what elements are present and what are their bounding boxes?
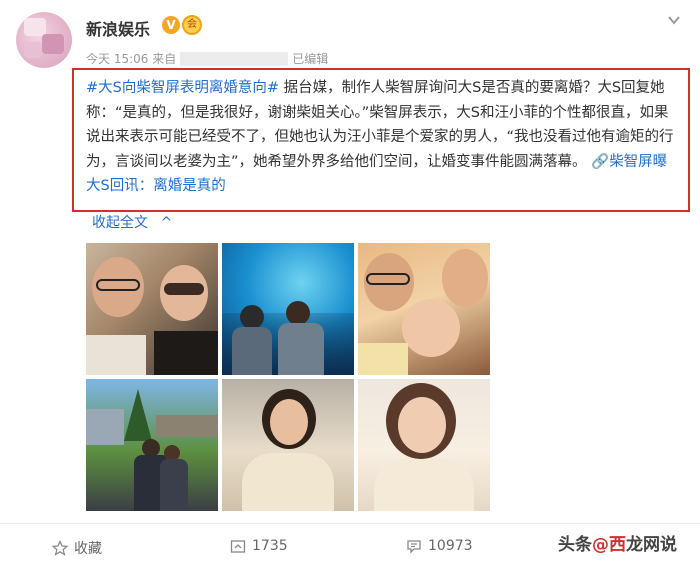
photo-clothing <box>242 453 334 511</box>
member-badge-icon: 会 <box>182 15 202 35</box>
post-meta: 今天 15:06 来自 已编辑 <box>86 50 328 67</box>
baby-face <box>402 299 460 357</box>
repost-button[interactable]: 1735 <box>230 538 288 554</box>
post-time: 今天 15:06 来自 <box>86 52 177 66</box>
chevron-up-icon: ^ <box>160 215 173 231</box>
edited-label: 已编辑 <box>292 52 329 66</box>
favorite-button[interactable]: 收藏 <box>52 538 102 558</box>
post-text: #大S向柴智屏表明离婚意向# 据台媒，制作人柴智屏询问大S是否真的要离婚？大S回… <box>72 68 690 212</box>
watermark-text: @西 <box>592 535 626 555</box>
photo-portrait-smile[interactable] <box>358 379 490 511</box>
star-icon <box>52 540 68 556</box>
photo-clothing <box>374 459 474 511</box>
photo-clothing <box>154 331 218 375</box>
photo-face <box>442 249 488 307</box>
action-divider <box>0 523 700 524</box>
verified-badge-icon: V <box>162 16 180 34</box>
photo-hill <box>156 415 218 437</box>
chevron-down-icon[interactable] <box>666 12 682 28</box>
photo-person <box>278 323 324 375</box>
collapse-button[interactable]: 收起全文 ^ <box>92 212 172 232</box>
photo-grid <box>86 243 492 513</box>
watermark-text: 龙网说 <box>626 535 677 555</box>
photo-aquarium[interactable] <box>222 243 354 375</box>
watermark-text: 头条 <box>558 535 592 555</box>
photo-portrait-blazer[interactable] <box>222 379 354 511</box>
photo-clothing <box>358 343 408 375</box>
photo-head <box>286 301 310 325</box>
photo-person <box>232 327 272 375</box>
source-redacted <box>180 51 289 66</box>
favorite-label: 收藏 <box>74 541 102 557</box>
glasses-shape <box>366 273 410 285</box>
photo-tree <box>124 389 152 441</box>
comment-count: 10973 <box>428 538 473 554</box>
glasses-shape <box>96 279 140 291</box>
watermark: 头条@西龙网说 <box>558 530 677 555</box>
sunglasses-shape <box>164 283 204 295</box>
collapse-label: 收起全文 <box>92 215 148 231</box>
photo-outdoor[interactable] <box>86 379 218 511</box>
avatar-mosaic <box>24 18 46 36</box>
repost-count: 1735 <box>252 538 288 554</box>
photo-building <box>86 409 124 445</box>
comment-button[interactable]: 10973 <box>406 538 473 554</box>
repost-icon <box>230 540 246 553</box>
avatar[interactable] <box>16 12 72 68</box>
photo-face <box>270 399 308 445</box>
hashtag-link[interactable]: #大S向柴智屏表明离婚意向# <box>86 80 279 96</box>
comment-icon <box>407 540 421 554</box>
account-name[interactable]: 新浪娱乐 <box>86 16 150 40</box>
photo-head <box>240 305 264 329</box>
photo-clothing <box>86 335 146 375</box>
link-icon[interactable]: 🔗 <box>591 154 609 170</box>
avatar-mosaic <box>24 42 42 58</box>
avatar-mosaic <box>42 34 64 54</box>
photo-family[interactable] <box>358 243 490 375</box>
photo-couple-selfie[interactable] <box>86 243 218 375</box>
photo-face <box>398 397 446 453</box>
photo-person <box>160 459 188 511</box>
